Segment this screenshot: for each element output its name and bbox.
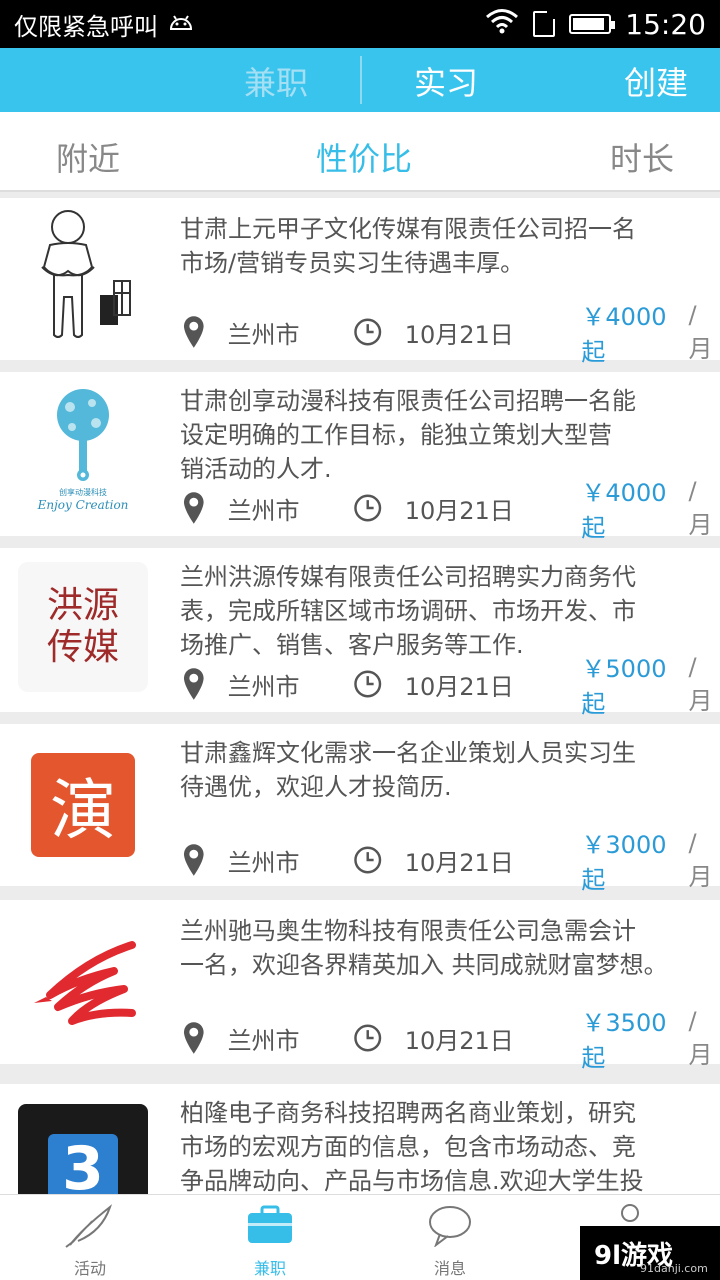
job-card[interactable]: 创享动漫科技 Enjoy Creation 甘肃创享动漫科技有限责任公司招聘一名… xyxy=(0,372,720,542)
chat-bubble-icon xyxy=(429,1206,471,1247)
job-description-line: 柏隆电子商务科技招聘两名商业策划，研究 xyxy=(180,1099,636,1127)
job-date: 10月21日 xyxy=(404,1026,514,1055)
job-description-line: 一名，欢迎各界精英加入 共同成就财富梦想。 xyxy=(180,951,668,979)
briefcase-icon xyxy=(248,1205,292,1243)
job-city: 兰州市 xyxy=(227,848,300,877)
job-city: 兰州市 xyxy=(227,1026,300,1055)
salary-unit: /月 xyxy=(688,300,713,363)
nav-parttime[interactable]: 兼职 xyxy=(210,1201,330,1279)
location-pin-icon xyxy=(183,1022,204,1054)
watermark-url: 91danji.com xyxy=(640,1262,708,1275)
logo-text: 演 xyxy=(50,772,116,849)
company-logo xyxy=(18,210,148,340)
company-logo xyxy=(18,916,148,1046)
job-description-line: 待遇优，欢迎人才投简历. xyxy=(180,773,452,801)
company-logo: 演 xyxy=(18,740,148,870)
salary-unit: /月 xyxy=(688,1006,713,1069)
job-description-line: 甘肃鑫辉文化需求一名企业策划人员实习生 xyxy=(180,739,636,767)
job-description-line: 甘肃上元甲子文化传媒有限责任公司招一名 xyxy=(180,215,636,243)
job-date: 10月21日 xyxy=(404,672,514,701)
job-card[interactable]: 3 柏隆电子商务科技招聘两名商业策划，研究 市场的宏观方面的信息，包含市场动态、… xyxy=(0,1084,720,1194)
location-pin-icon xyxy=(183,316,204,348)
job-salary: ￥4000起 xyxy=(581,479,667,542)
logo-caption: 创享动漫科技 xyxy=(59,487,107,497)
job-description-line: 设定明确的工作目标，能独立策划大型营 xyxy=(180,421,612,449)
clock-icon xyxy=(354,846,382,874)
job-salary: ￥3500起 xyxy=(581,1009,667,1072)
company-logo: 创享动漫科技 Enjoy Creation xyxy=(18,384,148,514)
carrier-text: 仅限紧急呼叫 xyxy=(14,12,158,41)
create-button[interactable]: 创建 xyxy=(624,58,688,104)
job-salary: ￥3000起 xyxy=(581,831,667,894)
salary-unit: /月 xyxy=(688,652,713,715)
filter-value[interactable]: 性价比 xyxy=(316,134,412,180)
job-date: 10月21日 xyxy=(404,848,514,877)
status-bar: 仅限紧急呼叫 15:20 xyxy=(0,0,720,48)
job-description-line: 兰州洪源传媒有限责任公司招聘实力商务代 xyxy=(180,563,636,591)
job-card[interactable]: 洪源 传媒 兰州洪源传媒有限责任公司招聘实力商务代 表，完成所辖区域市场调研、市… xyxy=(0,548,720,718)
company-logo: 洪源 传媒 xyxy=(18,562,148,692)
clock-time: 15:20 xyxy=(625,7,706,41)
clock-icon xyxy=(354,670,382,698)
top-nav: 兼职 实习 创建 xyxy=(0,48,720,112)
company-logo: 3 xyxy=(18,1104,148,1194)
filter-nearby[interactable]: 附近 xyxy=(56,134,120,180)
tab-divider xyxy=(360,56,362,104)
job-description-line: 甘肃创享动漫科技有限责任公司招聘一名能 xyxy=(180,387,636,415)
nav-messages[interactable]: 消息 xyxy=(390,1201,510,1279)
android-icon xyxy=(168,12,194,37)
job-city: 兰州市 xyxy=(227,672,300,701)
nav-messages-label: 消息 xyxy=(433,1259,466,1278)
site-watermark: 9l游戏 91danji.com xyxy=(580,1226,720,1280)
job-salary: ￥5000起 xyxy=(581,655,667,718)
nav-parttime-label: 兼职 xyxy=(253,1259,286,1278)
clock-icon xyxy=(354,318,382,346)
wifi-icon xyxy=(485,8,519,41)
tab-parttime[interactable]: 兼职 xyxy=(244,58,308,104)
job-description-line: 表，完成所辖区域市场调研、市场开发、市 xyxy=(180,597,636,625)
job-city: 兰州市 xyxy=(227,496,300,525)
feather-icon xyxy=(65,1204,113,1248)
job-card[interactable]: 甘肃上元甲子文化传媒有限责任公司招一名 市场/营销专员实习生待遇丰厚。 兰州市 … xyxy=(0,198,720,366)
logo-caption: Enjoy Creation xyxy=(37,497,129,512)
location-pin-icon xyxy=(183,844,204,876)
filter-duration[interactable]: 时长 xyxy=(610,134,674,180)
nav-activity[interactable]: 活动 xyxy=(30,1201,150,1279)
location-pin-icon xyxy=(183,492,204,524)
job-city: 兰州市 xyxy=(227,320,300,349)
job-date: 10月21日 xyxy=(404,320,514,349)
location-pin-icon xyxy=(183,668,204,700)
filter-bar: 附近 性价比 时长 xyxy=(0,112,720,192)
tab-internship[interactable]: 实习 xyxy=(414,58,478,104)
battery-icon xyxy=(569,14,616,34)
clock-icon xyxy=(354,494,382,522)
salary-unit: /月 xyxy=(688,828,713,891)
job-date: 10月21日 xyxy=(404,496,514,525)
clock-icon xyxy=(354,1024,382,1052)
job-list[interactable]: 甘肃上元甲子文化传媒有限责任公司招一名 市场/营销专员实习生待遇丰厚。 兰州市 … xyxy=(0,198,720,1194)
job-description-line: 争品牌动向、产品与市场信息.欢迎大学生投 xyxy=(180,1167,644,1194)
sim-card-icon xyxy=(533,11,556,37)
nav-activity-label: 活动 xyxy=(73,1259,106,1278)
job-description-line: 市场/营销专员实习生待遇丰厚。 xyxy=(180,249,525,277)
salary-unit: /月 xyxy=(688,476,713,539)
job-description-line: 兰州驰马奥生物科技有限责任公司急需会计 xyxy=(180,917,636,945)
job-description-line: 市场的宏观方面的信息，包含市场动态、竞 xyxy=(180,1133,636,1161)
logo-text: 洪源 xyxy=(46,585,119,626)
job-salary: ￥4000起 xyxy=(581,303,667,366)
job-card[interactable]: 兰州驰马奥生物科技有限责任公司急需会计 一名，欢迎各界精英加入 共同成就财富梦想… xyxy=(0,900,720,1072)
logo-text: 3 xyxy=(62,1134,104,1194)
logo-text: 传媒 xyxy=(46,627,119,668)
job-card[interactable]: 演 甘肃鑫辉文化需求一名企业策划人员实习生 待遇优，欢迎人才投简历. 兰州市 1… xyxy=(0,724,720,894)
